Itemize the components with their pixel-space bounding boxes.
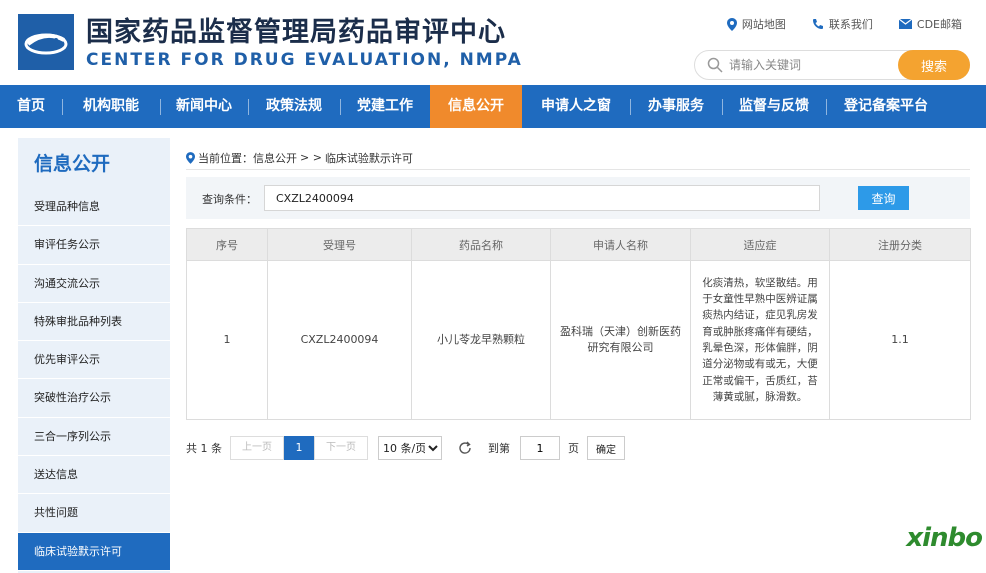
nav-registration-platform[interactable]: 登记备案平台 — [826, 85, 946, 128]
col-header-category: 注册分类 — [829, 228, 971, 261]
site-title-en: CENTER FOR DRUG EVALUATION, NMPA — [86, 50, 523, 70]
nav-functions[interactable]: 机构职能 — [62, 85, 160, 128]
table-header-row: 序号 受理号 药品名称 申请人名称 适应症 注册分类 — [186, 228, 971, 261]
col-header-drug-name: 药品名称 — [411, 228, 551, 261]
site-header: 国家药品监督管理局药品审评中心 CENTER FOR DRUG EVALUATI… — [0, 0, 986, 84]
nav-home[interactable]: 首页 — [0, 85, 62, 128]
page-size-select[interactable]: 10 条/页 — [378, 436, 442, 460]
xinbo-watermark: xinbo — [906, 523, 983, 553]
search-input[interactable] — [729, 56, 889, 74]
query-label: 查询条件： — [202, 193, 257, 206]
top-links: 网站地图 联系我们 CDE邮箱 — [726, 16, 962, 32]
col-header-acceptance-no: 受理号 — [267, 228, 412, 261]
query-button[interactable]: 查询 — [858, 186, 909, 210]
goto-page-input[interactable] — [520, 436, 560, 460]
site-search: 搜索 — [694, 50, 970, 80]
cell-acceptance-no: CXZL2400094 — [267, 260, 412, 420]
prev-page-button[interactable]: 上一页 — [230, 436, 284, 460]
sidebar-item-review-tasks[interactable]: 审评任务公示 — [18, 226, 170, 265]
nav-news[interactable]: 新闻中心 — [160, 85, 248, 128]
cde-logo[interactable] — [18, 14, 74, 70]
phone-icon — [812, 19, 823, 29]
search-button[interactable]: 搜索 — [898, 50, 970, 80]
sitemap-label: 网站地图 — [741, 18, 786, 31]
sidebar-item-breakthrough[interactable]: 突破性治疗公示 — [18, 379, 170, 418]
breadcrumb-path[interactable]: 当前位置：信息公开 — [198, 150, 297, 166]
nav-party[interactable]: 党建工作 — [340, 85, 430, 128]
location-pin-icon — [186, 151, 195, 164]
pagination: 共 1 条 上一页 1 下一页 10 条/页 到第 页 确定 — [186, 436, 625, 460]
col-header-applicant: 申请人名称 — [550, 228, 691, 261]
main-nav: 首页 机构职能 新闻中心 政策法规 党建工作 信息公开 申请人之窗 办事服务 监… — [0, 85, 986, 128]
mail-label: CDE邮箱 — [916, 18, 962, 31]
cell-category: 1.1 — [829, 260, 971, 420]
sitemap-link[interactable]: 网站地图 — [726, 16, 786, 32]
sidebar-item-delivery[interactable]: 送达信息 — [18, 456, 170, 495]
results-table: 序号 受理号 药品名称 申请人名称 适应症 注册分类 1 CXZL2400094… — [186, 228, 971, 420]
nav-applicant[interactable]: 申请人之窗 — [522, 85, 630, 128]
goto-label: 到第 — [488, 442, 510, 455]
refresh-icon[interactable] — [458, 441, 472, 455]
sidebar-item-special-approval[interactable]: 特殊审批品种列表 — [18, 303, 170, 342]
nav-supervision[interactable]: 监督与反馈 — [722, 85, 826, 128]
sidebar-title: 信息公开 — [34, 153, 111, 175]
search-icon — [707, 57, 723, 73]
sidebar-item-three-in-one[interactable]: 三合一序列公示 — [18, 418, 170, 457]
query-panel: 查询条件： 查询 — [186, 177, 970, 219]
breadcrumb-current: 临床试验默示许可 — [324, 151, 413, 165]
cell-drug-name: 小儿苓龙早熟颗粒 — [411, 260, 551, 420]
contact-link[interactable]: 联系我们 — [812, 16, 873, 32]
mail-link[interactable]: CDE邮箱 — [898, 16, 962, 32]
query-input[interactable] — [264, 185, 820, 211]
nav-policy[interactable]: 政策法规 — [248, 85, 340, 128]
cell-index: 1 — [186, 260, 268, 420]
site-title-cn: 国家药品监督管理局药品审评中心 — [86, 17, 506, 48]
next-page-button[interactable]: 下一页 — [314, 436, 368, 460]
nav-services[interactable]: 办事服务 — [630, 85, 722, 128]
current-page[interactable]: 1 — [284, 436, 314, 460]
sidebar: 信息公开 受理品种信息 审评任务公示 沟通交流公示 特殊审批品种列表 优先审评公… — [18, 138, 170, 573]
breadcrumb-separator: > > — [300, 151, 322, 164]
total-count: 共 1 条 — [186, 442, 222, 455]
cell-indication: 化痰清热，软坚散结。用于女童性早熟中医辨证属痰热内结证，症见乳房发育或肿胀疼痛伴… — [690, 260, 830, 420]
breadcrumb: 当前位置：信息公开 > > 临床试验默示许可 — [186, 146, 970, 170]
sidebar-item-clinical-trial[interactable]: 临床试验默示许可 — [18, 532, 170, 571]
sidebar-item-communication[interactable]: 沟通交流公示 — [18, 265, 170, 303]
cell-applicant: 盈科瑞（天津）创新医药研究有限公司 — [550, 260, 691, 420]
sidebar-item-common-issues[interactable]: 共性问题 — [18, 494, 170, 533]
col-header-indication: 适应症 — [690, 228, 830, 261]
table-row: 1 CXZL2400094 小儿苓龙早熟颗粒 盈科瑞（天津）创新医药研究有限公司… — [186, 260, 971, 420]
page-unit-label: 页 — [568, 442, 579, 455]
nav-info-disclosure[interactable]: 信息公开 — [430, 85, 522, 128]
contact-label: 联系我们 — [828, 18, 873, 31]
col-header-index: 序号 — [186, 228, 268, 261]
goto-confirm-button[interactable]: 确定 — [587, 436, 625, 460]
sidebar-item-priority-review[interactable]: 优先审评公示 — [18, 341, 170, 380]
sidebar-item-accepted[interactable]: 受理品种信息 — [18, 188, 170, 227]
mail-icon — [898, 19, 912, 29]
location-pin-icon — [726, 17, 737, 31]
